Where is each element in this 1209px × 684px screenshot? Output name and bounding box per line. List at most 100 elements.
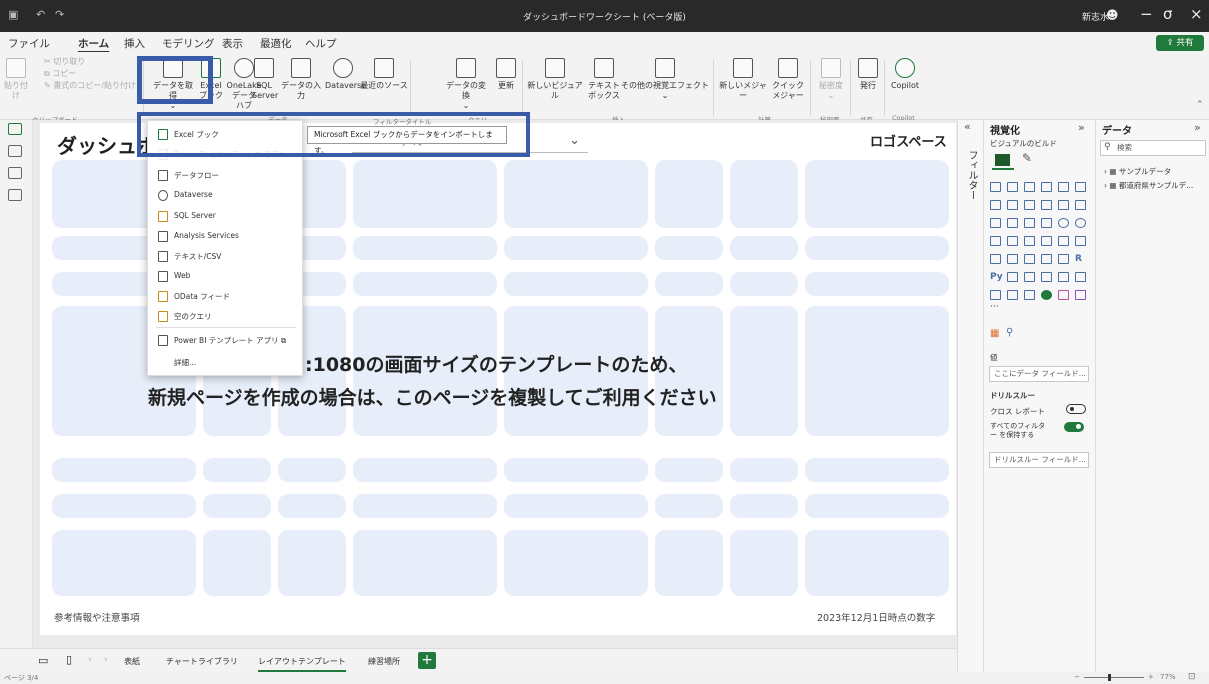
funnel-icon[interactable] (1007, 218, 1018, 228)
python-visual-icon[interactable]: Py (990, 272, 1003, 282)
layout-tile[interactable] (805, 530, 949, 596)
layout-tile[interactable] (504, 236, 648, 260)
scatter-icon[interactable] (1041, 218, 1052, 228)
dropdown-item-odata[interactable]: OData フィード (158, 291, 230, 302)
line-column-icon[interactable] (1041, 200, 1052, 210)
model-view-icon[interactable] (8, 167, 22, 179)
layout-tile[interactable] (805, 272, 949, 296)
key-influencers-icon[interactable] (1007, 272, 1018, 282)
waterfall-icon[interactable] (990, 218, 1001, 228)
prev-page-icon[interactable]: ‹ (88, 655, 92, 665)
next-page-icon[interactable]: › (104, 655, 108, 665)
dropdown-item-more[interactable]: 詳細... (174, 357, 196, 368)
custom-visual-icon[interactable] (1058, 290, 1069, 300)
build-visual-tab[interactable] (992, 152, 1014, 170)
power-apps-icon[interactable] (1007, 290, 1018, 300)
gauge-icon[interactable] (1058, 236, 1069, 246)
zoom-in-icon[interactable]: + (1148, 673, 1154, 681)
tab-layout-template[interactable]: レイアウトテンプレート (258, 656, 346, 672)
layout-tile[interactable] (655, 236, 723, 260)
ribbon-chart-icon[interactable] (1075, 200, 1086, 210)
clustered-bar-icon[interactable] (1024, 182, 1035, 192)
fit-to-page-icon[interactable]: ⊡ (1188, 672, 1196, 682)
layout-tile[interactable] (52, 458, 196, 482)
format-painter-button[interactable]: ✎ 書式のコピー/貼り付け (44, 81, 136, 91)
quick-measure-button[interactable]: クイック メジャー (772, 58, 804, 101)
layout-tile[interactable] (655, 458, 723, 482)
layout-tile[interactable] (730, 272, 798, 296)
narrative-icon[interactable] (1058, 272, 1069, 282)
menu-file[interactable]: ファイル (8, 36, 50, 51)
menu-home[interactable]: ホーム (78, 36, 109, 51)
sensitivity-button[interactable]: 秘密度 ⌄ (816, 58, 846, 101)
filled-map-icon[interactable] (1024, 236, 1035, 246)
layout-tile[interactable] (353, 272, 497, 296)
enter-data-button[interactable]: データの入力 (278, 58, 324, 101)
layout-tile[interactable] (278, 458, 346, 482)
goals-icon[interactable] (1075, 272, 1086, 282)
mobile-layout-icon[interactable]: ▯ (66, 653, 72, 666)
filters-pane-collapsed[interactable]: « (957, 120, 983, 672)
collapse-viz-pane-icon[interactable]: » (1078, 121, 1085, 134)
refresh-button[interactable]: 更新 (494, 58, 518, 91)
layout-tile[interactable] (52, 530, 196, 596)
tab-chart-library[interactable]: チャートライブラリ (166, 656, 238, 667)
dax-view-icon[interactable] (8, 189, 22, 201)
new-visual-button[interactable]: 新しいビジュアル (526, 58, 584, 101)
line-stacked-column-icon[interactable] (1058, 200, 1069, 210)
values-drop-field[interactable]: ここにデータ フィールド... (989, 366, 1089, 382)
more-visuals-button[interactable]: その他の視覚エフェクト ⌄ (620, 58, 710, 101)
layout-tile[interactable] (730, 494, 798, 518)
stacked-bar-icon[interactable] (990, 182, 1001, 192)
copilot-button[interactable]: Copilot (888, 58, 922, 91)
table-view-icon[interactable] (8, 145, 22, 157)
layout-tile[interactable] (504, 530, 648, 596)
azure-map-icon[interactable] (1041, 236, 1052, 246)
layout-tile[interactable] (730, 306, 798, 436)
zoom-slider[interactable] (1084, 677, 1144, 678)
cross-report-toggle[interactable] (1066, 404, 1086, 414)
more-visuals-icon[interactable]: ··· (990, 302, 999, 312)
zoom-out-icon[interactable]: − (1074, 673, 1080, 681)
layout-tile[interactable] (655, 530, 723, 596)
layout-tile[interactable] (353, 530, 497, 596)
layout-tile[interactable] (730, 458, 798, 482)
stacked-column-icon[interactable] (1007, 182, 1018, 192)
paginated-report-icon[interactable] (990, 290, 1001, 300)
sql-server-button[interactable]: SQL Server (252, 58, 278, 101)
layout-tile[interactable] (353, 494, 497, 518)
dropdown-item-analysis-services[interactable]: Analysis Services (158, 231, 239, 242)
add-page-button[interactable]: + (418, 652, 436, 669)
layout-tile[interactable] (203, 458, 271, 482)
zoom-slider-thumb[interactable] (1108, 674, 1111, 681)
layout-tile[interactable] (52, 494, 196, 518)
treemap-icon[interactable] (990, 236, 1001, 246)
qa-icon[interactable] (1041, 272, 1052, 282)
menu-insert[interactable]: 挿入 (124, 36, 145, 51)
layout-tile[interactable] (805, 494, 949, 518)
layout-tile[interactable] (504, 494, 648, 518)
menu-help[interactable]: ヘルプ (305, 36, 337, 51)
layout-tile[interactable] (655, 272, 723, 296)
transform-data-button[interactable]: データの変換 ⌄ (444, 58, 488, 111)
tab-practice[interactable]: 練習場所 (368, 656, 400, 667)
layout-tile[interactable] (203, 494, 271, 518)
layout-tile[interactable] (353, 458, 497, 482)
report-view-icon[interactable] (8, 123, 22, 135)
layout-tile[interactable] (278, 494, 346, 518)
layout-tile[interactable] (504, 272, 648, 296)
more-visual-icon[interactable] (1075, 290, 1086, 300)
fields-icon[interactable]: ▦ (990, 328, 999, 339)
textbox-button[interactable]: テキスト ボックス (586, 58, 622, 101)
expand-pane-icon[interactable]: « (964, 120, 971, 133)
share-button[interactable]: ⇪ 共有 (1156, 35, 1204, 51)
new-measure-button[interactable]: 新しいメジャー (716, 58, 770, 101)
publish-button[interactable]: 発行 (856, 58, 880, 91)
recent-sources-button[interactable]: 最近のソース (360, 58, 408, 91)
layout-tile[interactable] (203, 530, 271, 596)
format-visual-icon[interactable]: ✎ (1022, 151, 1032, 165)
table-visual-icon[interactable] (1041, 254, 1052, 264)
dropdown-item-dataverse[interactable]: Dataverse (158, 190, 213, 201)
minimize-button[interactable]: − (1140, 5, 1153, 23)
restore-button[interactable]: σ (1163, 5, 1173, 23)
